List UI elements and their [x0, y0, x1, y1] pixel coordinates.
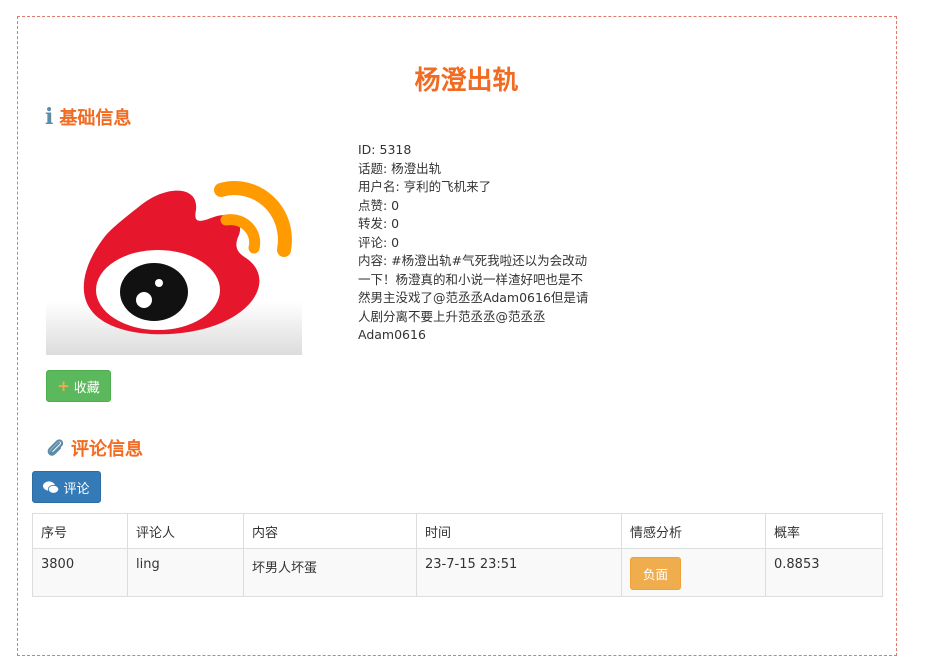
- cell-no: 3800: [32, 548, 128, 597]
- post-comments: 评论: 0: [358, 234, 400, 250]
- wechat-icon: [43, 480, 60, 494]
- basic-info-heading: i 基础信息: [45, 104, 131, 130]
- cell-content: 坏男人坏蛋: [243, 548, 417, 597]
- post-username: 用户名: 亨利的飞机来了: [358, 179, 492, 194]
- comments-table: 序号 评论人 内容 时间 情感分析 概率 3800 ling 坏男人坏蛋 23-…: [32, 513, 883, 597]
- column-header-no: 序号: [32, 513, 128, 549]
- favorite-button[interactable]: + 收藏: [46, 370, 111, 402]
- page-title: 杨澄出轨: [414, 66, 519, 96]
- cell-time: 23-7-15 23:51: [416, 548, 622, 597]
- basic-info-heading-label: 基础信息: [59, 108, 132, 129]
- column-header-time: 时间: [416, 513, 622, 549]
- post-likes: 点赞: 0: [358, 197, 400, 213]
- post-reposts: 转发: 0: [358, 216, 400, 231]
- info-icon: i: [45, 104, 54, 130]
- column-header-user: 评论人: [127, 513, 244, 549]
- paperclip-icon: [47, 439, 64, 456]
- comment-info-heading: 评论信息: [45, 435, 143, 461]
- favorite-button-label: 收藏: [73, 380, 100, 396]
- cell-user: ling: [127, 548, 244, 597]
- post-info: ID: 5318 话题: 杨澄出轨 用户名: 亨利的飞机来了 点赞: 0 转发:…: [358, 141, 590, 345]
- cell-sentiment: 负面: [621, 548, 766, 597]
- comment-button-label: 评论: [63, 481, 90, 497]
- column-header-prob: 概率: [765, 513, 883, 549]
- cell-prob: 0.8853: [765, 548, 883, 597]
- column-header-content: 内容: [243, 513, 417, 549]
- sentiment-badge[interactable]: 负面: [630, 557, 682, 590]
- comment-info-heading-label: 评论信息: [71, 439, 143, 460]
- comment-button[interactable]: 评论: [32, 471, 101, 503]
- post-id: ID: 5318: [358, 142, 412, 157]
- post-content: 内容: #杨澄出轨#气死我啦还以为会改动一下！杨澄真的和小说一样渣好吧也是不然男…: [358, 253, 589, 342]
- table-row: 3800 ling 坏男人坏蛋 23-7-15 23:51 负面 0.8853: [32, 548, 883, 597]
- table-header-row: 序号 评论人 内容 时间 情感分析 概率: [32, 513, 883, 549]
- post-topic: 话题: 杨澄出轨: [358, 160, 442, 176]
- weibo-logo: [46, 140, 302, 355]
- plus-icon: +: [57, 377, 70, 395]
- column-header-sentiment: 情感分析: [621, 513, 766, 549]
